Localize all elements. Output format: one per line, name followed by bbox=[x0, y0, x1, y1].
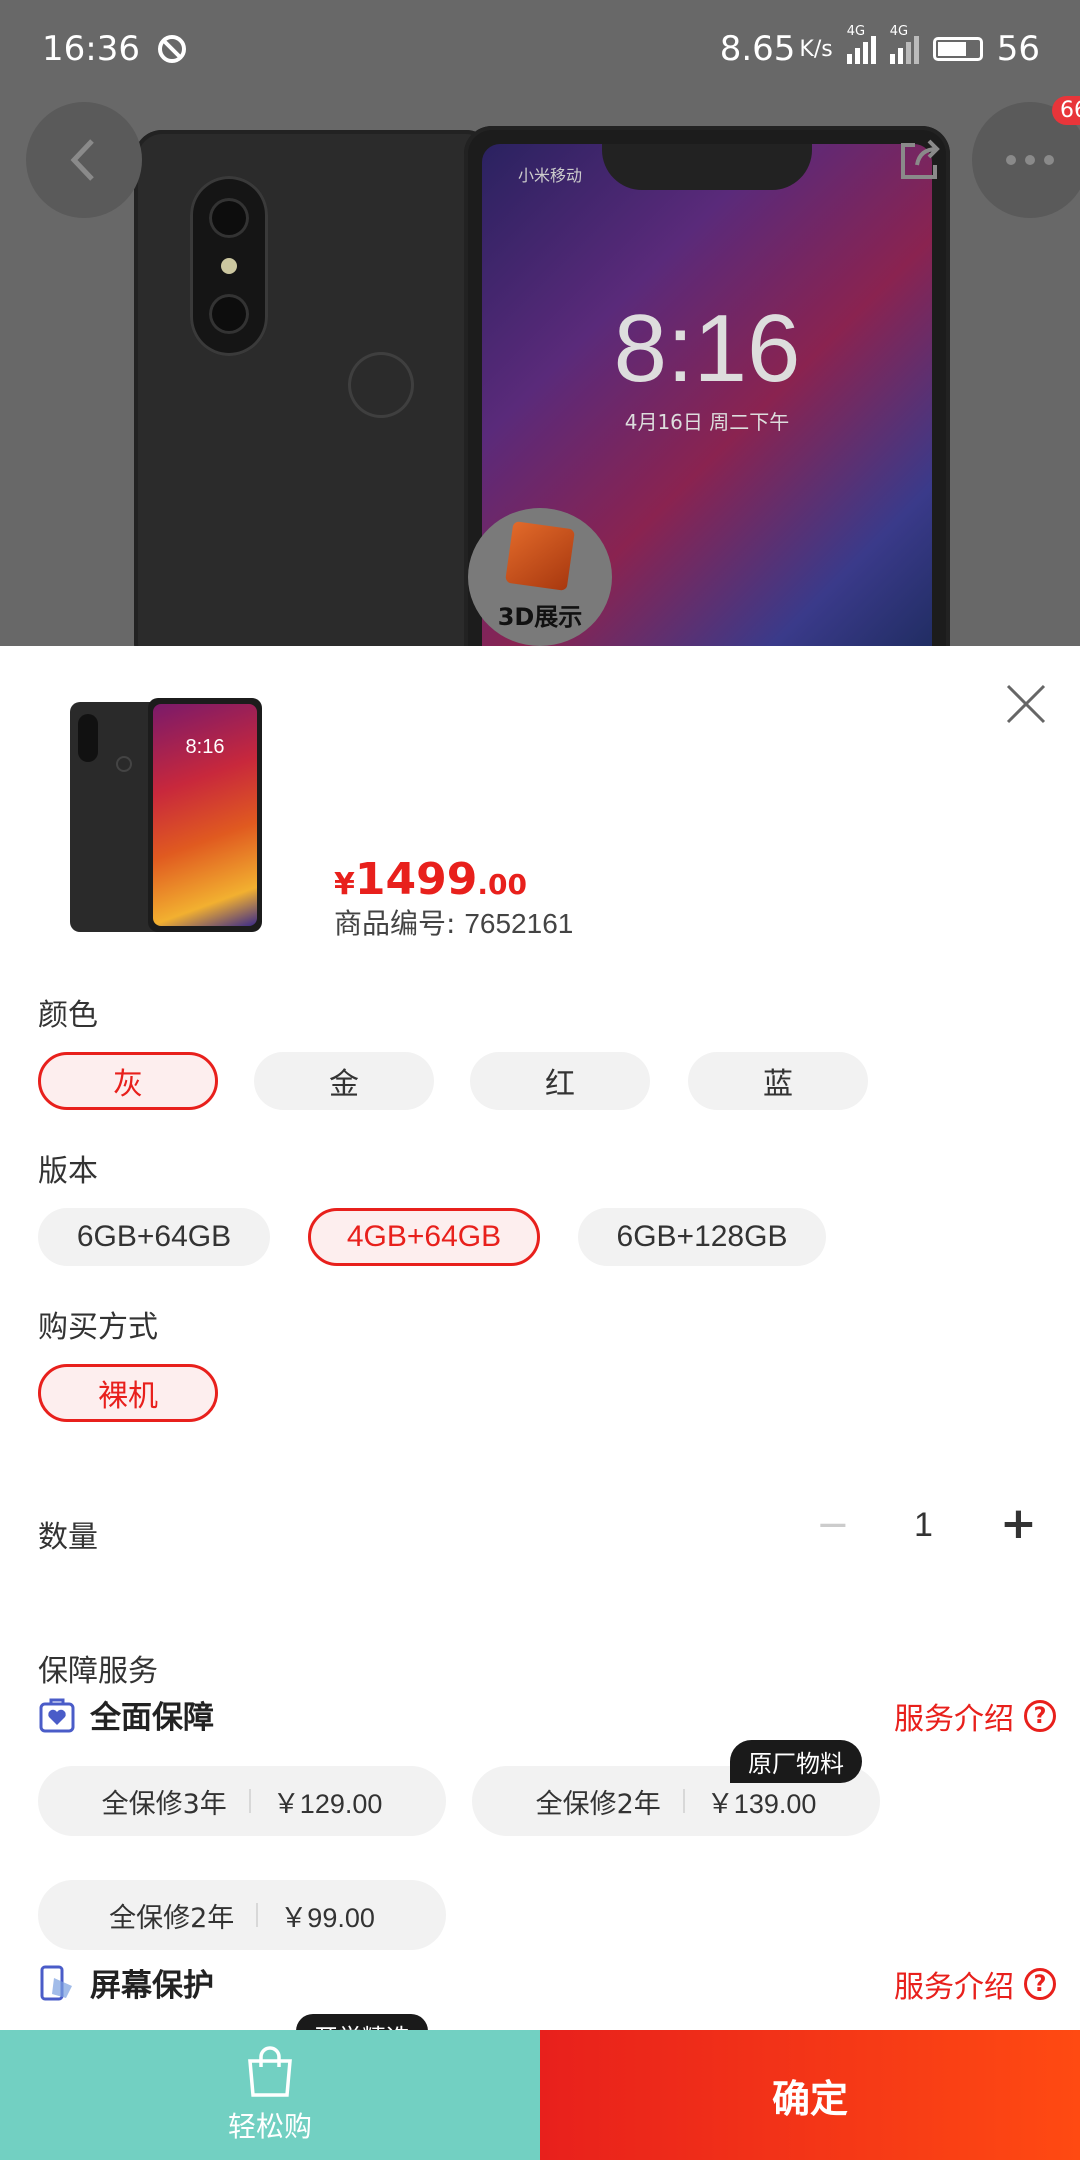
full-protection-header: 全面保障 bbox=[38, 1692, 214, 1737]
lockscreen-time: 8:16 bbox=[613, 295, 801, 402]
service-name: 全保修2年 bbox=[109, 1902, 235, 1934]
3d-view-label: 3D展示 bbox=[497, 603, 583, 631]
3d-view-button[interactable]: 3D展示 bbox=[468, 508, 612, 646]
full-protection-intro-link[interactable]: 服务介绍 ? bbox=[894, 1694, 1056, 1738]
message-badge: 66 bbox=[1052, 96, 1080, 125]
quantity-value[interactable]: 1 bbox=[914, 1506, 933, 1545]
help-icon: ? bbox=[1024, 1968, 1056, 2000]
services-section-title: 保障服务 bbox=[38, 1654, 158, 1689]
share-button[interactable] bbox=[862, 102, 978, 218]
service-name: 全保修2年 bbox=[535, 1788, 661, 1820]
screen-protection-intro-label: 服务介绍 bbox=[894, 1970, 1014, 2005]
color-section-title: 颜色 bbox=[38, 998, 98, 1033]
service-option-3yr[interactable]: 全保修3年 ￥129.00 bbox=[38, 1766, 446, 1836]
battery-icon bbox=[932, 37, 983, 61]
signal-icon: 4G bbox=[846, 24, 876, 64]
oem-materials-tag: 原厂物料 bbox=[730, 1740, 862, 1783]
close-icon[interactable] bbox=[1004, 682, 1048, 726]
product-sku: 商品编号: 7652161 bbox=[334, 902, 573, 942]
screen-protection-header: 屏幕保护 bbox=[38, 1960, 214, 2005]
net-speed: 8.65 bbox=[719, 29, 796, 69]
full-protection-intro-label: 服务介绍 bbox=[894, 1702, 1014, 1737]
battery-level: 56 bbox=[996, 29, 1040, 69]
purchase-section-title: 购买方式 bbox=[38, 1310, 158, 1345]
version-section-title: 版本 bbox=[38, 1154, 98, 1189]
protection-heart-icon bbox=[39, 1698, 75, 1732]
quantity-minus-button[interactable]: − bbox=[816, 1502, 850, 1548]
status-time: 16:36 bbox=[42, 29, 140, 69]
confirm-button[interactable]: 确定 bbox=[540, 2030, 1080, 2160]
confirm-label: 确定 bbox=[771, 2076, 848, 2121]
phone-back-image bbox=[134, 130, 494, 646]
cube-icon bbox=[504, 520, 576, 592]
color-option-gold[interactable]: 金 bbox=[254, 1052, 434, 1110]
color-option-blue[interactable]: 蓝 bbox=[688, 1052, 868, 1110]
screen-protection-intro-link[interactable]: 服务介绍 ? bbox=[894, 1962, 1056, 2006]
service-price: ￥129.00 bbox=[272, 1788, 383, 1819]
rear-camera bbox=[190, 176, 268, 356]
shopping-bag-icon bbox=[248, 2046, 292, 2097]
back-button[interactable] bbox=[26, 102, 142, 218]
purchase-option-bare[interactable]: 裸机 bbox=[38, 1364, 218, 1422]
full-protection-title: 全面保障 bbox=[90, 1700, 214, 1736]
share-icon bbox=[901, 139, 940, 179]
quantity-label: 数量 bbox=[38, 1520, 98, 1555]
carrier-label: 小米移动 bbox=[518, 166, 583, 185]
service-option-2yr[interactable]: 全保修2年 ￥99.00 bbox=[38, 1880, 446, 1950]
version-option-4-64[interactable]: 4GB+64GB bbox=[308, 1208, 540, 1266]
color-option-gray[interactable]: 灰 bbox=[38, 1052, 218, 1110]
chevron-left-icon bbox=[70, 139, 94, 181]
fingerprint-sensor bbox=[348, 352, 414, 418]
sku-value: 7652161 bbox=[464, 908, 574, 939]
thumbnail-time: 8:16 bbox=[185, 736, 225, 758]
status-bar-right: 8.65 K/s 4G 4G 56 bbox=[720, 24, 1040, 74]
screen-protection-icon bbox=[40, 1965, 72, 2000]
spec-selection-sheet: 8:16 ¥1499.00 商品编号: 7652161 颜色 灰 金 红 蓝 版… bbox=[0, 646, 1080, 2160]
screen-protection-title: 屏幕保护 bbox=[90, 1968, 214, 2004]
bottom-action-bar: 轻松购 确定 bbox=[0, 2030, 1080, 2160]
status-bar-left: 16:36 bbox=[42, 24, 188, 74]
easy-buy-label: 轻松购 bbox=[227, 2110, 312, 2143]
product-image-area: 小米移动 8:16 4月16日 周二下午 16:36 8.65 K/s 4G 4… bbox=[0, 0, 1080, 646]
version-option-6-128[interactable]: 6GB+128GB bbox=[578, 1208, 826, 1266]
signal-icon-2: 4G bbox=[889, 24, 919, 64]
help-icon: ? bbox=[1024, 1700, 1056, 1732]
service-name: 全保修3年 bbox=[101, 1788, 227, 1820]
version-option-6-64[interactable]: 6GB+64GB bbox=[38, 1208, 270, 1266]
service-price: ￥139.00 bbox=[706, 1788, 817, 1819]
more-dots-icon bbox=[1006, 155, 1054, 165]
color-option-red[interactable]: 红 bbox=[470, 1052, 650, 1110]
service-price: ￥99.00 bbox=[280, 1902, 375, 1933]
sku-label: 商品编号: bbox=[334, 907, 456, 940]
no-disturb-icon bbox=[157, 35, 186, 63]
easy-buy-button[interactable]: 轻松购 bbox=[0, 2030, 540, 2160]
product-price: ¥1499.00 bbox=[334, 854, 527, 905]
lockscreen-date: 4月16日 周二下午 bbox=[624, 410, 790, 434]
quantity-plus-button[interactable]: + bbox=[1000, 1498, 1037, 1549]
product-thumbnail: 8:16 bbox=[70, 698, 262, 932]
more-button[interactable]: 66 bbox=[972, 96, 1080, 218]
net-speed-unit: K/s bbox=[799, 36, 833, 62]
